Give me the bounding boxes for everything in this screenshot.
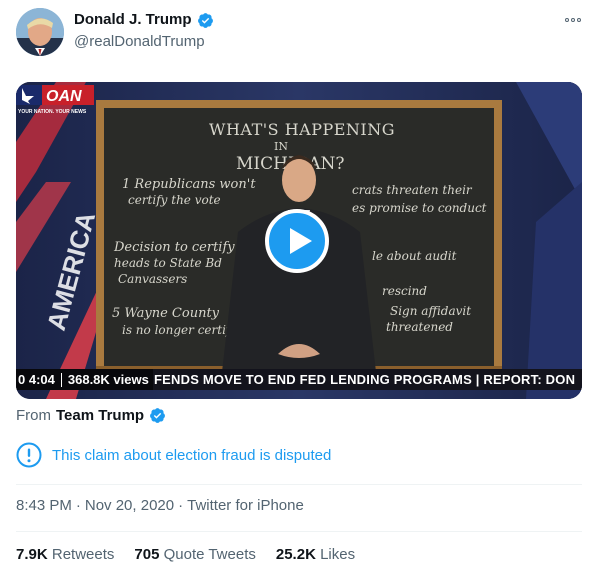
disputed-notice-text[interactable]: This claim about election fraud is dispu… bbox=[52, 447, 331, 464]
source-attribution: From Team Trump bbox=[16, 407, 166, 424]
verified-badge-icon bbox=[198, 13, 213, 28]
likes-stat[interactable]: 25.2K Likes bbox=[276, 546, 355, 563]
more-options-icon[interactable] bbox=[562, 12, 584, 28]
tweet-date[interactable]: Nov 20, 2020 bbox=[85, 497, 174, 514]
ticker-text: FENDS MOVE TO END FED LENDING PROGRAMS |… bbox=[154, 372, 576, 387]
oan-logo-icon: OAN YOUR NATION. YOUR NEWS bbox=[16, 85, 94, 115]
video-views: 368.8K views bbox=[67, 372, 149, 387]
divider bbox=[16, 531, 582, 532]
tweet-meta: 8:43 PM · Nov 20, 2020 · Twitter for iPhone bbox=[16, 497, 304, 514]
play-icon bbox=[290, 228, 312, 254]
verified-badge-icon bbox=[150, 408, 166, 423]
disputed-claim-notice[interactable]: This claim about election fraud is dispu… bbox=[16, 442, 331, 468]
display-name[interactable]: Donald J. Trump bbox=[74, 11, 192, 28]
oan-tagline: YOUR NATION. YOUR NEWS bbox=[18, 109, 87, 115]
play-button[interactable] bbox=[265, 209, 329, 273]
tweet-client[interactable]: Twitter for iPhone bbox=[187, 497, 304, 514]
engagement-stats: 7.9K Retweets 705 Quote Tweets 25.2K Lik… bbox=[16, 546, 355, 563]
from-label: From bbox=[16, 407, 51, 424]
handle[interactable]: @realDonaldTrump bbox=[74, 33, 205, 50]
oan-logo-text: OAN bbox=[46, 88, 82, 105]
retweets-label: Retweets bbox=[51, 546, 115, 563]
likes-count: 25.2K bbox=[275, 546, 316, 563]
video-duration: 0 4:04 bbox=[18, 372, 55, 387]
avatar-image bbox=[16, 8, 64, 56]
divider bbox=[16, 484, 582, 485]
tweet-time[interactable]: 8:43 PM bbox=[16, 497, 72, 514]
source-link[interactable]: Team Trump bbox=[56, 407, 144, 424]
quote-tweets-stat[interactable]: 705 Quote Tweets bbox=[134, 546, 255, 563]
video-player[interactable]: AMERICA WHAT'S HAPPENING IN MICHIGAN? 1 … bbox=[16, 82, 582, 399]
retweets-stat[interactable]: 7.9K Retweets bbox=[16, 546, 114, 563]
video-info-pill: 0 4:04 368.8K views bbox=[16, 369, 153, 390]
quote-tweets-count: 705 bbox=[134, 546, 160, 563]
avatar[interactable] bbox=[16, 8, 64, 56]
alert-icon bbox=[16, 442, 42, 468]
retweets-count: 7.9K bbox=[16, 546, 48, 563]
quote-tweets-label: Quote Tweets bbox=[163, 546, 256, 563]
likes-label: Likes bbox=[320, 546, 356, 563]
